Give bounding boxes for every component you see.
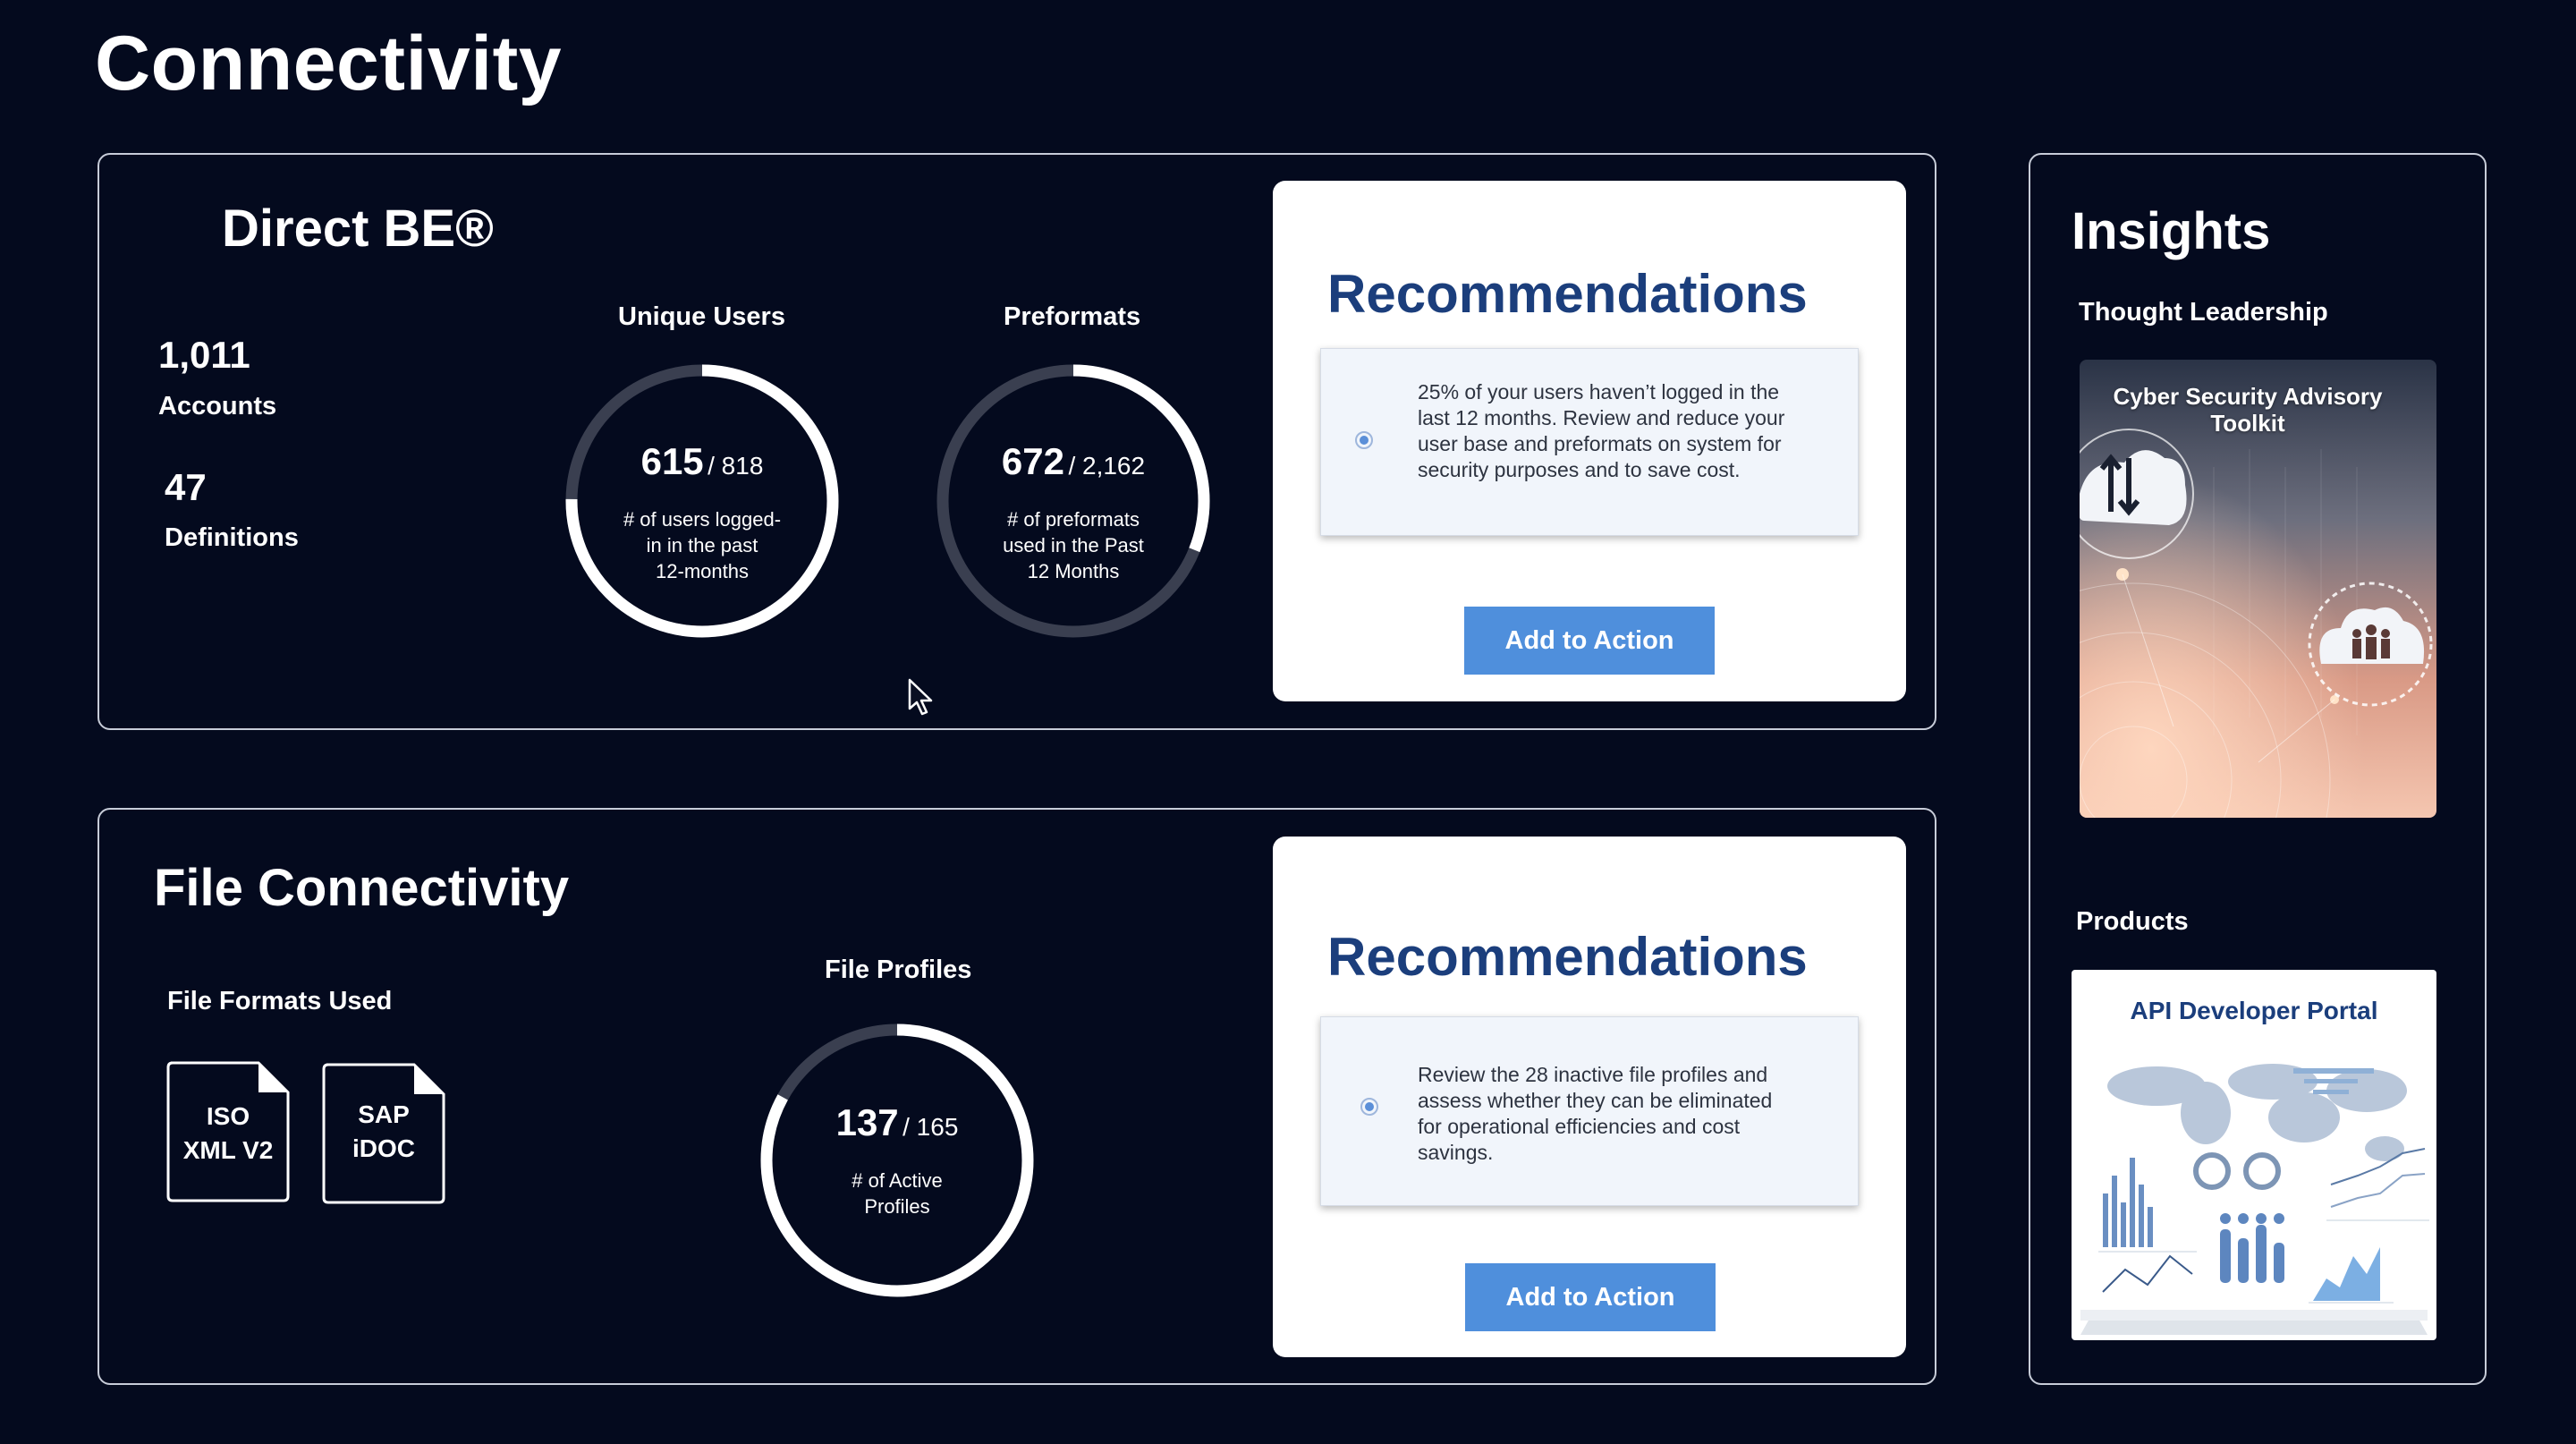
recommendation-text-line: Review the 28 inactive file profiles and: [1418, 1063, 1768, 1086]
file-format-line: XML V2: [182, 1136, 274, 1164]
recommendation-text-line: user base and preformats on system for: [1418, 432, 1782, 455]
card-title-line: Cyber Security Advisory: [2113, 383, 2383, 410]
unique-users-value: 615: [640, 440, 704, 482]
recommendation-radio[interactable]: [1355, 431, 1373, 449]
mouse-cursor-icon: [908, 678, 933, 716]
file-profiles-value-row: 137 / 165: [758, 1101, 1037, 1144]
unique-users-value-row: 615 / 818: [563, 440, 842, 483]
file-format-line: ISO: [206, 1102, 250, 1130]
unique-users-ring: 615 / 818 # of users logged- in in the p…: [563, 361, 842, 641]
card-title-line: Toolkit: [2210, 410, 2285, 437]
file-format-label: ISO XML V2: [165, 1100, 291, 1168]
file-profiles-title: File Profiles: [825, 956, 972, 984]
file-connectivity-title: File Connectivity: [154, 859, 570, 917]
insights-title: Insights: [2072, 202, 2271, 260]
recommendation-text-line: security purposes and to save cost.: [1418, 458, 1741, 481]
preformats-desc: # of preformats used in the Past 12 Mont…: [975, 506, 1172, 584]
unique-users-desc: # of users logged- in in the past 12-mon…: [604, 506, 801, 584]
desc-line: # of preformats: [1007, 508, 1140, 531]
file-profiles-ring: 137 / 165 # of Active Profiles: [758, 1021, 1037, 1300]
page-title: Connectivity: [95, 21, 563, 106]
desc-line: in in the past: [646, 534, 758, 556]
definitions-label: Definitions: [165, 523, 299, 552]
accounts-value: 1,011: [158, 334, 250, 376]
recommendation-text-line: last 12 months. Review and reduce your: [1418, 406, 1785, 429]
desc-line: 12 Months: [1027, 560, 1120, 582]
desc-line: # of Active: [852, 1169, 943, 1192]
file-format-line: iDOC: [352, 1134, 415, 1162]
desc-line: # of users logged-: [623, 508, 782, 531]
recommendation-box: 25% of your users haven’t logged in the …: [1320, 348, 1859, 536]
api-developer-portal-title: API Developer Portal: [2130, 997, 2378, 1024]
thought-leadership-title: Thought Leadership: [2079, 298, 2328, 327]
file-format-iso-xml[interactable]: ISO XML V2: [165, 1060, 291, 1203]
recommendation-text-line: 25% of your users haven’t logged in the: [1418, 380, 1780, 403]
recommendation-text-line: for operational efficiencies and cost: [1418, 1115, 1741, 1138]
file-profiles-gauge: [760, 1024, 1034, 1297]
preformats-title: Preformats: [1004, 302, 1141, 331]
unique-users-total: / 818: [708, 452, 764, 480]
cyber-security-toolkit-title: Cyber Security Advisory Toolkit: [2080, 383, 2416, 437]
products-title: Products: [2076, 907, 2189, 936]
file-format-line: SAP: [358, 1100, 410, 1128]
add-to-action-button[interactable]: Add to Action: [1464, 607, 1715, 675]
preformats-value-row: 672 / 2,162: [934, 440, 1213, 483]
preformats-ring: 672 / 2,162 # of preformats used in the …: [934, 361, 1213, 641]
recommendation-radio[interactable]: [1360, 1098, 1378, 1116]
accounts-label: Accounts: [158, 392, 277, 420]
recommendation-box: Review the 28 inactive file profiles and…: [1320, 1016, 1859, 1206]
recommendation-text: Review the 28 inactive file profiles and…: [1418, 1062, 1847, 1166]
recommendation-title: Recommendations: [1327, 927, 1808, 987]
unique-users-title: Unique Users: [618, 302, 785, 331]
recommendation-title: Recommendations: [1327, 264, 1808, 324]
preformats-value: 672: [1001, 440, 1064, 482]
definitions-value: 47: [165, 466, 207, 508]
desc-line: Profiles: [864, 1195, 930, 1218]
recommendation-text-line: savings.: [1418, 1141, 1494, 1164]
file-profiles-desc: # of Active Profiles: [808, 1168, 987, 1219]
desc-line: 12-months: [656, 560, 749, 582]
file-profiles-total: / 165: [902, 1113, 959, 1141]
api-developer-portal-card[interactable]: API Developer Portal: [2072, 970, 2436, 1340]
file-formats-title: File Formats Used: [167, 987, 393, 1015]
analytics-dashboard-illustration: [2080, 1064, 2429, 1335]
add-to-action-button[interactable]: Add to Action: [1465, 1263, 1716, 1331]
file-profiles-value: 137: [835, 1101, 899, 1143]
recommendation-text-line: assess whether they can be eliminated: [1418, 1089, 1773, 1112]
preformats-total: / 2,162: [1068, 452, 1146, 480]
recommendation-text: 25% of your users haven’t logged in the …: [1418, 379, 1847, 483]
cyber-security-toolkit-card[interactable]: Cyber Security Advisory Toolkit: [2080, 360, 2436, 818]
preformats-gauge: [936, 364, 1210, 638]
unique-users-gauge: [565, 364, 839, 638]
direct-be-title: Direct BE®: [222, 200, 494, 258]
file-format-label: SAP iDOC: [321, 1098, 446, 1166]
desc-line: used in the Past: [1003, 534, 1144, 556]
file-format-sap-idoc[interactable]: SAP iDOC: [321, 1062, 446, 1205]
